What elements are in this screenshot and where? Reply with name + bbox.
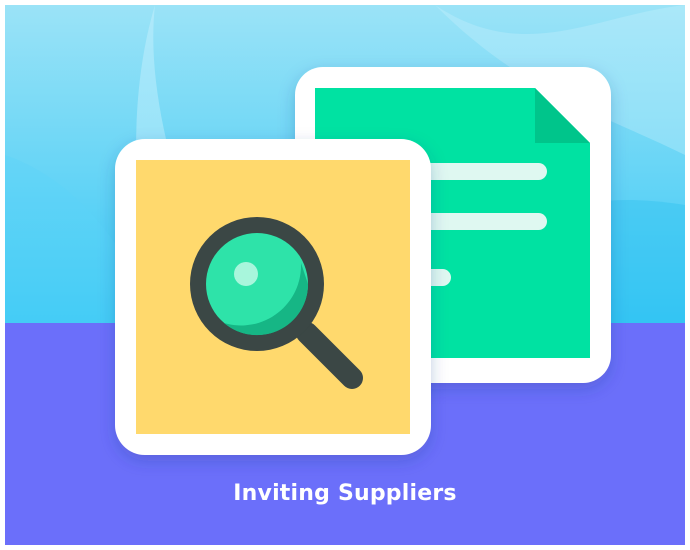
magnifier-icon xyxy=(115,139,431,455)
banner-illustration xyxy=(5,5,685,545)
banner-title: Inviting Suppliers xyxy=(233,481,457,506)
banner: Inviting Suppliers xyxy=(0,0,690,550)
banner-frame: Inviting Suppliers xyxy=(5,5,685,545)
